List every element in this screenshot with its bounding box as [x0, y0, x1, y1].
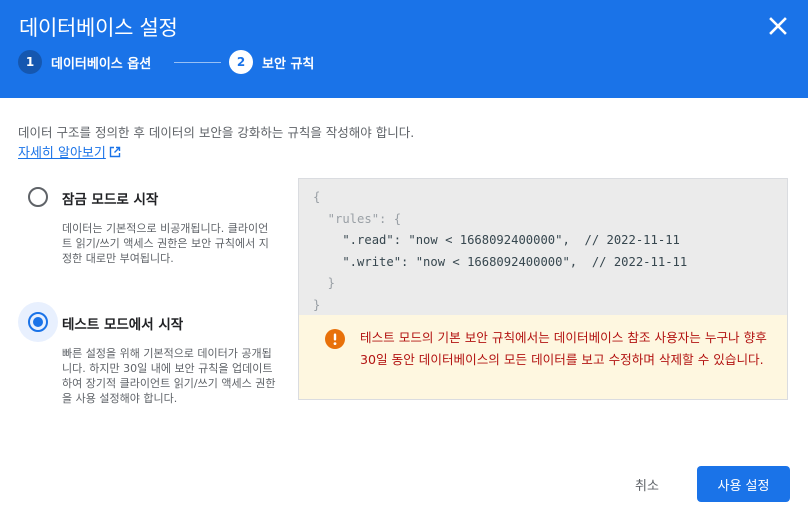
- radio-checked-icon: [28, 312, 48, 332]
- close-icon[interactable]: [764, 12, 792, 40]
- code-line: {: [313, 190, 321, 204]
- step-connector: [174, 62, 221, 63]
- learn-more-label: 자세히 알아보기: [18, 146, 106, 161]
- dialog-title: 데이터베이스 설정: [19, 16, 178, 40]
- error-icon: [325, 329, 345, 349]
- step-label: 데이터베이스 옵션: [51, 56, 152, 72]
- code-line: ".write": "now < 1668092400000", // 2022…: [313, 254, 688, 269]
- dialog-header: 데이터베이스 설정 1 데이터베이스 옵션 2 보안 규칙: [0, 0, 808, 98]
- code-line: "rules": {: [313, 211, 402, 226]
- intro-description: 데이터 구조를 정의한 후 데이터의 보안을 강화하는 규칙을 작성해야 합니다…: [18, 125, 415, 140]
- test-mode-description: 빠른 설정을 위해 기본적으로 데이터가 공개됩니다. 하지만 30일 내에 보…: [62, 347, 276, 405]
- test-mode-label: 테스트 모드에서 시작: [62, 317, 184, 333]
- test-mode-radio[interactable]: [18, 302, 58, 342]
- code-line: }: [313, 297, 321, 312]
- code-line: ".read": "now < 1668092400000", // 2022-…: [313, 233, 680, 247]
- warning-text: 테스트 모드의 기본 보안 규칙에서는 데이터베이스 참조 사용자는 누구나 향…: [360, 330, 767, 367]
- rules-panel: { "rules": { ".read": "now < 16680924000…: [298, 178, 788, 400]
- locked-mode-label: 잠금 모드로 시작: [62, 192, 159, 208]
- locked-mode-description: 데이터는 기본적으로 비공개됩니다. 클라이언트 읽기/쓰기 액세스 권한은 보…: [62, 222, 269, 265]
- learn-more-link[interactable]: 자세히 알아보기: [18, 142, 121, 161]
- locked-mode-radio[interactable]: [18, 177, 58, 217]
- step-number: 2: [229, 50, 253, 74]
- step-database-options: 1 데이터베이스 옵션: [18, 50, 151, 74]
- enable-button[interactable]: 사용 설정: [697, 466, 790, 502]
- step-security-rules: 2 보안 규칙: [229, 50, 314, 74]
- cancel-button[interactable]: 취소: [618, 467, 676, 501]
- code-line: }: [313, 276, 336, 290]
- warning-banner: 테스트 모드의 기본 보안 규칙에서는 데이터베이스 참조 사용자는 누구나 향…: [299, 315, 787, 399]
- step-number: 1: [18, 50, 42, 74]
- step-label: 보안 규칙: [262, 56, 315, 72]
- radio-unchecked-icon: [28, 187, 48, 207]
- rules-code-block: { "rules": { ".read": "now < 16680924000…: [299, 179, 787, 315]
- open-in-new-icon: [109, 146, 121, 157]
